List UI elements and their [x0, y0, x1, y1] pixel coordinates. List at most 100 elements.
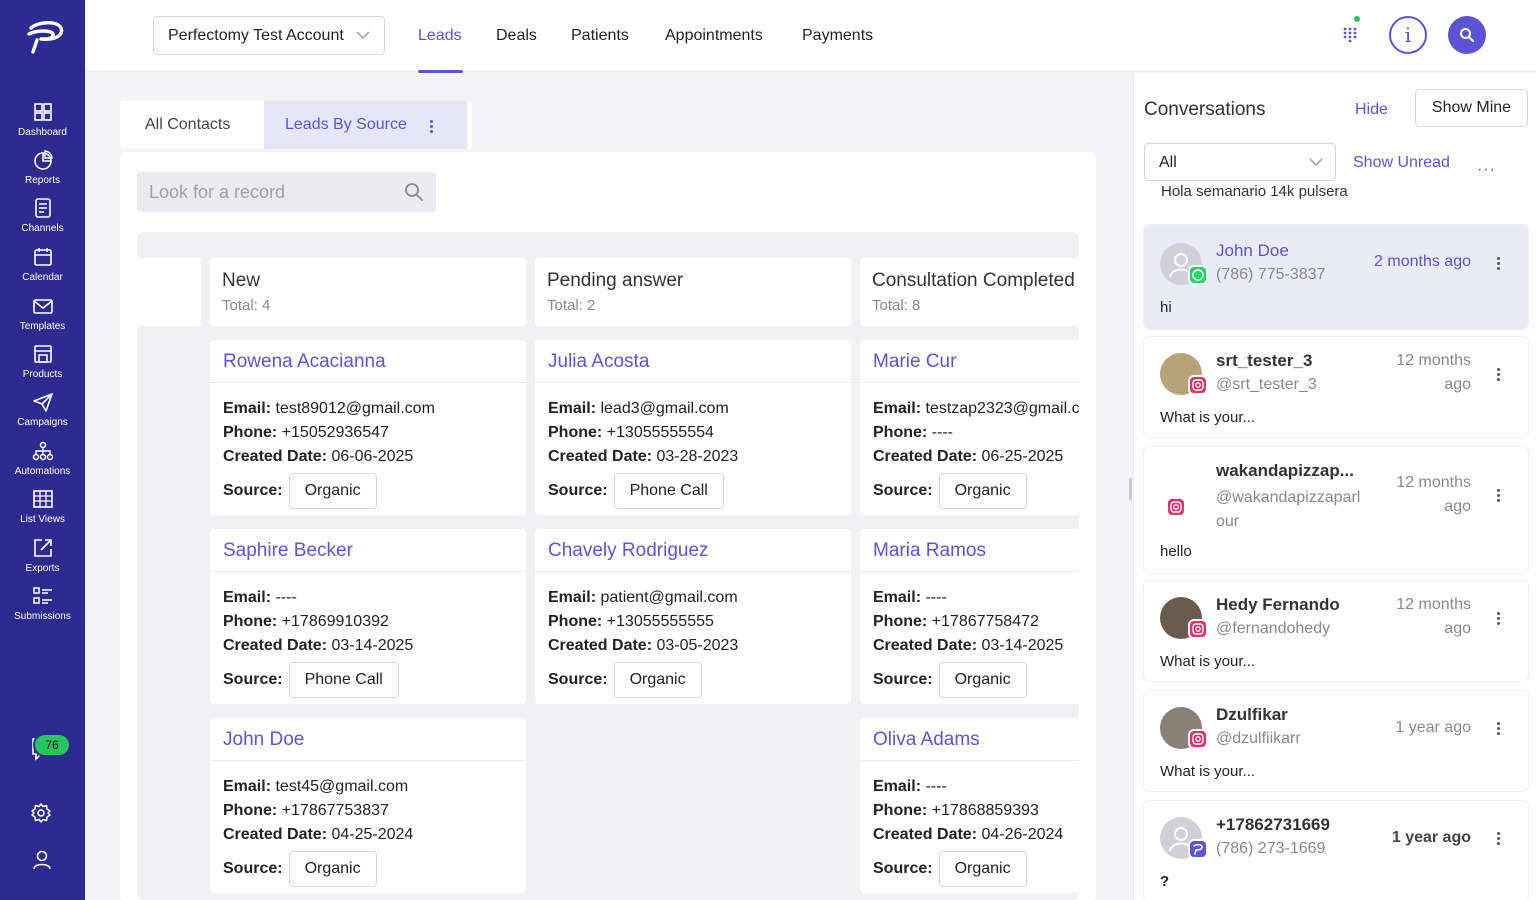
lead-card[interactable]: Rowena Acacianna Email: test89012@gmail.…	[210, 340, 526, 515]
conversation-preview-partial: Hola semanario 14k pulsera	[1161, 185, 1348, 200]
dialpad-button[interactable]	[1343, 27, 1357, 43]
conversation-options-button[interactable]	[1497, 720, 1500, 737]
lane-title: Pending answer	[547, 270, 684, 291]
info-button[interactable]: i	[1389, 16, 1427, 54]
field-label: Email:	[223, 589, 272, 606]
last-message: What is your...	[1160, 409, 1256, 426]
store-icon	[32, 343, 54, 365]
more-options-button[interactable]: ···	[1477, 161, 1496, 179]
conversation-options-button[interactable]	[1497, 366, 1500, 383]
sidebar-item-automations[interactable]: Automations	[0, 440, 85, 477]
conversation-options-button[interactable]	[1497, 255, 1500, 272]
source-tag[interactable]: Organic	[938, 473, 1027, 509]
source-tag[interactable]: Organic	[613, 662, 702, 698]
lead-created-date: 04-25-2024	[331, 826, 414, 843]
nav-tab-appointments[interactable]: Appointments	[665, 27, 763, 45]
source-tag[interactable]: Organic	[938, 851, 1027, 887]
sidebar-item-templates[interactable]: Templates	[0, 295, 85, 332]
lead-card[interactable]: Julia Acosta Email: lead3@gmail.com Phon…	[535, 340, 851, 515]
account-selector[interactable]: Perfectomy Test Account	[153, 16, 385, 55]
nav-tab-leads[interactable]: Leads	[418, 27, 462, 45]
contact-name: srt_tester_3	[1216, 351, 1313, 370]
conversation-item[interactable]: wakandapizzap... @wakandapizzaparl our 1…	[1144, 447, 1528, 573]
lead-card[interactable]: Chavely Rodriguez Email: patient@gmail.c…	[535, 529, 851, 704]
lead-card[interactable]: Maria Ramos Email: ---- Phone: +17867758…	[860, 529, 1079, 704]
last-message: hello	[1160, 543, 1192, 560]
conversation-options-button[interactable]	[1497, 830, 1500, 847]
field-label: Phone:	[223, 424, 278, 441]
lead-name-link[interactable]: Saphire Becker	[210, 529, 526, 572]
gear-icon	[31, 803, 51, 823]
nav-tab-payments[interactable]: Payments	[802, 27, 873, 45]
conversation-time: 12 months ago	[1396, 352, 1471, 393]
tab-leads-by-source[interactable]: Leads By Source	[264, 101, 467, 149]
dialpad-icon	[1343, 27, 1357, 43]
sidebar-item-label: Submissions	[14, 611, 71, 622]
chevron-down-icon	[356, 31, 370, 39]
conversation-time: 1 year ago	[1395, 719, 1471, 736]
lead-name-link[interactable]: Oliva Adams	[860, 718, 1079, 761]
sidebar-item-channels[interactable]: Channels	[0, 197, 85, 234]
conversation-filter-select[interactable]: All	[1144, 143, 1336, 181]
lane-title: New	[222, 270, 261, 291]
lead-card[interactable]: Oliva Adams Email: ---- Phone: +17868859…	[860, 718, 1079, 893]
hide-button[interactable]: Hide	[1355, 101, 1388, 119]
field-label: Phone:	[548, 613, 603, 630]
conversation-options-button[interactable]	[1497, 610, 1500, 627]
paper-plane-icon	[32, 391, 54, 413]
conversation-item[interactable]: srt_tester_3 @srt_tester_3 12 months ago…	[1144, 337, 1528, 437]
sidebar-item-exports[interactable]: Exports	[0, 537, 85, 574]
show-unread-button[interactable]: Show Unread	[1353, 154, 1450, 172]
sidebar-item-list-views[interactable]: List Views	[0, 488, 85, 525]
export-icon	[32, 537, 54, 559]
sidebar-item-submissions[interactable]: Submissions	[0, 585, 85, 622]
lead-name-link[interactable]: John Doe	[210, 718, 526, 761]
source-tag[interactable]: Organic	[288, 473, 377, 509]
field-label: Source:	[873, 482, 933, 499]
conversation-item[interactable]: John Doe (786) 775-3837 2 months ago hi	[1144, 225, 1528, 329]
field-label: Email:	[548, 589, 597, 606]
lead-card[interactable]: Saphire Becker Email: ---- Phone: +17869…	[210, 529, 526, 704]
source-tag[interactable]: Organic	[288, 851, 377, 887]
nav-tab-deals[interactable]: Deals	[496, 27, 537, 45]
tab-options-button[interactable]	[430, 118, 433, 135]
tab-all-contacts[interactable]: All Contacts	[120, 101, 255, 149]
conversation-item[interactable]: Hedy Fernando @fernandohedy 12 months ag…	[1144, 581, 1528, 681]
conversation-item[interactable]: Dzulfikar @dzulfiikarr 1 year ago What i…	[1144, 691, 1528, 791]
lead-name-link[interactable]: Chavely Rodriguez	[535, 529, 851, 572]
panel-resize-handle[interactable]	[1129, 478, 1132, 500]
search-input[interactable]	[137, 172, 436, 212]
lead-card[interactable]: John Doe Email: test45@gmail.com Phone: …	[210, 718, 526, 893]
nav-tab-patients[interactable]: Patients	[571, 27, 629, 45]
lead-name-link[interactable]: Maria Ramos	[860, 529, 1079, 572]
lead-card[interactable]: Marie Cur Email: testzap2323@gmail.com P…	[860, 340, 1079, 515]
last-message: What is your...	[1160, 653, 1256, 670]
lead-name-link[interactable]: Rowena Acacianna	[210, 340, 526, 383]
sidebar-item-label: Templates	[19, 321, 66, 332]
table-icon	[32, 488, 54, 510]
source-tag[interactable]: Phone Call	[288, 662, 399, 698]
field-label: Created Date:	[873, 637, 978, 654]
settings-button[interactable]	[30, 802, 52, 824]
show-mine-button[interactable]: Show Mine	[1415, 89, 1528, 127]
sidebar-item-label: Channels	[21, 223, 64, 234]
profile-button[interactable]	[31, 849, 53, 871]
perfectomy-logo-icon[interactable]	[27, 20, 65, 54]
conversation-item[interactable]: +17862731669 (786) 273-1669 1 year ago ?	[1144, 801, 1528, 900]
sidebar-item-products[interactable]: Products	[0, 343, 85, 380]
sidebar-item-calendar[interactable]: Calendar	[0, 246, 85, 283]
sidebar-item-reports[interactable]: Reports	[0, 149, 85, 186]
contact-handle: (786) 775-3837	[1216, 266, 1326, 283]
source-tag[interactable]: Organic	[938, 662, 1027, 698]
notifications-button[interactable]: 76	[28, 733, 72, 769]
lead-name-link[interactable]: Julia Acosta	[535, 340, 851, 383]
global-search-button[interactable]	[1448, 16, 1486, 54]
lead-email: test45@gmail.com	[275, 778, 409, 795]
kebab-icon	[1497, 612, 1500, 625]
source-tag[interactable]: Phone Call	[613, 473, 724, 509]
lead-name-link[interactable]: Marie Cur	[860, 340, 1079, 383]
conversation-options-button[interactable]	[1497, 487, 1500, 504]
sidebar-item-campaigns[interactable]: Campaigns	[0, 391, 85, 428]
sidebar-item-dashboard[interactable]: Dashboard	[0, 101, 85, 138]
field-label: Phone:	[873, 802, 928, 819]
